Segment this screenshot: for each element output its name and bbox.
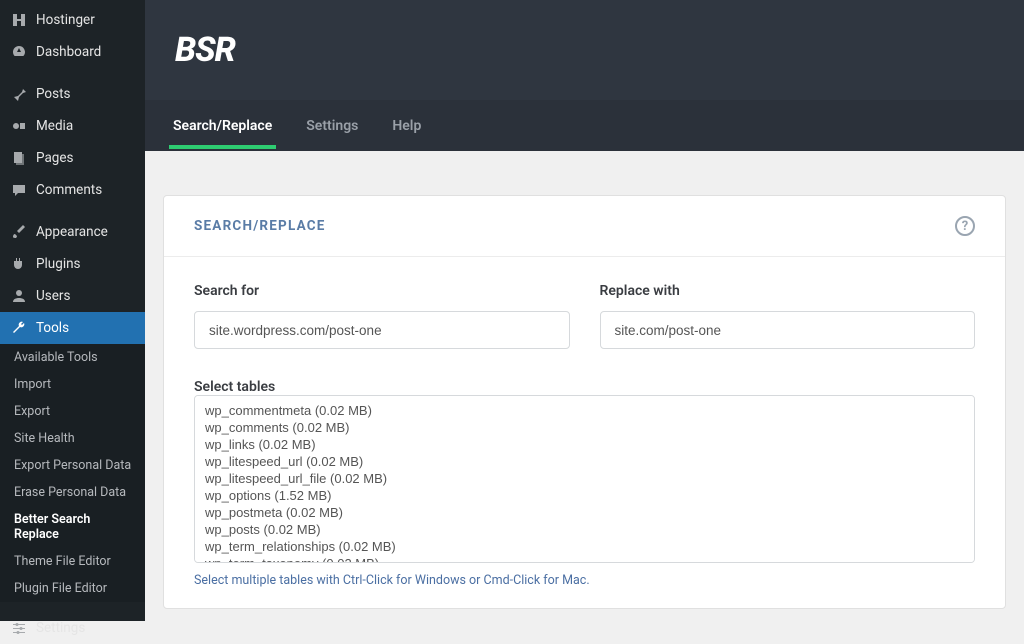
sidebar-item-users[interactable]: Users <box>0 280 145 312</box>
sidebar-item-label: Appearance <box>36 224 108 240</box>
sidebar-item-comments[interactable]: Comments <box>0 174 145 206</box>
sidebar-item-media[interactable]: Media <box>0 110 145 142</box>
sub-item-better-search-replace[interactable]: Better Search Replace <box>0 506 145 548</box>
sub-item-export-personal-data[interactable]: Export Personal Data <box>0 452 145 479</box>
sub-item-available-tools[interactable]: Available Tools <box>0 344 145 371</box>
sub-item-plugin-file-editor[interactable]: Plugin File Editor <box>0 575 145 602</box>
replace-with-label: Replace with <box>600 283 976 299</box>
table-option[interactable]: wp_term_relationships (0.02 MB) <box>205 538 964 555</box>
plugin-tabs: Search/Replace Settings Help <box>145 100 1024 151</box>
sub-item-export[interactable]: Export <box>0 398 145 425</box>
tab-settings[interactable]: Settings <box>302 103 362 148</box>
sidebar-item-label: Tools <box>36 320 69 336</box>
hostinger-icon <box>10 11 28 29</box>
user-icon <box>10 287 28 305</box>
select-tables-label: Select tables <box>194 379 275 395</box>
sidebar-item-label: Pages <box>36 150 74 166</box>
sidebar-item-settings[interactable]: Settings <box>0 612 145 644</box>
sub-item-site-health[interactable]: Site Health <box>0 425 145 452</box>
sidebar-item-tools[interactable]: Tools <box>0 312 145 344</box>
sidebar-item-plugins[interactable]: Plugins <box>0 248 145 280</box>
table-option[interactable]: wp_postmeta (0.02 MB) <box>205 504 964 521</box>
pin-icon <box>10 85 28 103</box>
sidebar-item-posts[interactable]: Posts <box>0 78 145 110</box>
admin-sidebar: Hostinger Dashboard Posts Media Pages <box>0 0 145 621</box>
sidebar-item-label: Users <box>36 288 70 304</box>
sliders-icon <box>10 619 28 637</box>
gauge-icon <box>10 43 28 61</box>
sidebar-item-label: Dashboard <box>36 44 101 60</box>
bsr-logo: BSR <box>175 30 235 70</box>
sidebar-item-pages[interactable]: Pages <box>0 142 145 174</box>
tab-search-replace[interactable]: Search/Replace <box>169 103 276 148</box>
table-option[interactable]: wp_term_taxonomy (0.02 MB) <box>205 555 964 563</box>
table-option[interactable]: wp_litespeed_url (0.02 MB) <box>205 453 964 470</box>
card-title: SEARCH/REPLACE <box>194 218 326 234</box>
plugin-banner: BSR <box>145 0 1024 100</box>
sidebar-item-dashboard[interactable]: Dashboard <box>0 36 145 68</box>
replace-with-input[interactable] <box>600 311 976 349</box>
sub-item-theme-file-editor[interactable]: Theme File Editor <box>0 548 145 575</box>
sidebar-item-label: Settings <box>36 620 85 636</box>
brush-icon <box>10 223 28 241</box>
search-replace-card: SEARCH/REPLACE ? Search for Replace with <box>163 195 1006 609</box>
table-option[interactable]: wp_links (0.02 MB) <box>205 436 964 453</box>
table-option[interactable]: wp_commentmeta (0.02 MB) <box>205 402 964 419</box>
plug-icon <box>10 255 28 273</box>
comment-icon <box>10 181 28 199</box>
sidebar-item-label: Comments <box>36 182 102 198</box>
table-option[interactable]: wp_options (1.52 MB) <box>205 487 964 504</box>
table-option[interactable]: wp_posts (0.02 MB) <box>205 521 964 538</box>
search-for-input[interactable] <box>194 311 570 349</box>
main-content: BSR Search/Replace Settings Help SEARCH/… <box>145 0 1024 621</box>
select-tables-hint: Select multiple tables with Ctrl-Click f… <box>194 573 975 588</box>
pages-icon <box>10 149 28 167</box>
sub-item-import[interactable]: Import <box>0 371 145 398</box>
select-tables-input[interactable]: wp_commentmeta (0.02 MB)wp_comments (0.0… <box>194 395 975 563</box>
help-icon[interactable]: ? <box>955 216 975 236</box>
sidebar-item-hostinger[interactable]: Hostinger <box>0 4 145 36</box>
sidebar-item-label: Posts <box>36 86 70 102</box>
sidebar-item-label: Media <box>36 118 73 134</box>
sub-item-erase-personal-data[interactable]: Erase Personal Data <box>0 479 145 506</box>
table-option[interactable]: wp_comments (0.02 MB) <box>205 419 964 436</box>
sidebar-item-appearance[interactable]: Appearance <box>0 216 145 248</box>
table-option[interactable]: wp_litespeed_url_file (0.02 MB) <box>205 470 964 487</box>
sidebar-item-label: Plugins <box>36 256 81 272</box>
media-icon <box>10 117 28 135</box>
wrench-icon <box>10 319 28 337</box>
sidebar-item-label: Hostinger <box>36 12 95 28</box>
search-for-label: Search for <box>194 283 570 299</box>
tab-help[interactable]: Help <box>388 103 425 148</box>
